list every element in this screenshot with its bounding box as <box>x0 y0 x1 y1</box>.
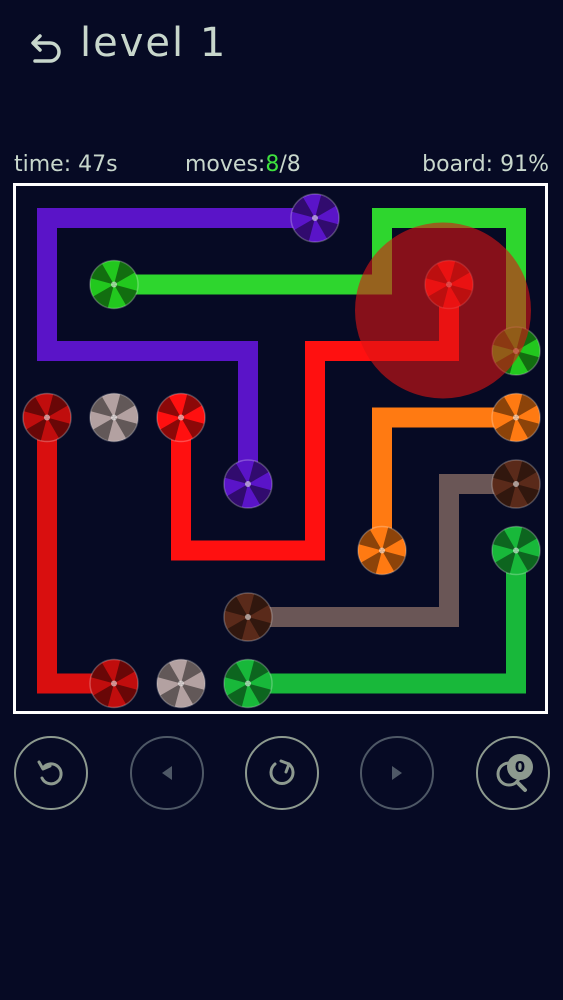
touch-indicator <box>355 222 531 399</box>
candy-endpoint[interactable] <box>357 525 407 576</box>
restart-icon <box>269 759 295 785</box>
game-board[interactable] <box>13 183 548 714</box>
moves-stat: moves:8/8 <box>185 152 301 177</box>
flow-pipe-darkred[interactable] <box>37 407 124 694</box>
board-value: 91% <box>500 152 549 177</box>
candy-endpoint[interactable] <box>491 392 541 443</box>
header: level 1 <box>0 0 563 100</box>
candy-endpoint[interactable] <box>89 259 139 310</box>
next-level-button[interactable] <box>360 736 434 810</box>
undo-button[interactable] <box>14 736 88 810</box>
board-label: board: <box>422 152 494 177</box>
hint-count-badge: 0 <box>507 754 533 780</box>
next-level-icon <box>392 766 402 780</box>
level-title: level 1 <box>80 20 228 66</box>
undo-arrow-icon[interactable] <box>24 30 64 70</box>
moves-current: 8 <box>265 152 280 177</box>
candy-endpoint[interactable] <box>491 459 541 509</box>
candy-endpoint[interactable] <box>491 525 541 576</box>
candy-endpoint[interactable] <box>223 658 273 709</box>
candy-endpoint[interactable] <box>89 658 139 709</box>
time-stat: time: 47s <box>14 152 118 177</box>
previous-level-icon <box>162 766 172 780</box>
candy-endpoint[interactable] <box>22 392 72 443</box>
hint-button[interactable]: 0 <box>476 736 550 810</box>
candy-endpoint[interactable] <box>223 459 273 509</box>
board-canvas[interactable] <box>13 183 548 714</box>
previous-level-button[interactable] <box>130 736 204 810</box>
time-value: 47s <box>78 152 118 177</box>
time-label: time: <box>14 152 72 177</box>
candy-endpoint[interactable] <box>290 193 340 243</box>
control-bar: 0 <box>0 736 563 818</box>
board-stat: board: 91% <box>422 152 549 177</box>
candy-endpoint[interactable] <box>89 392 139 443</box>
candy-endpoint[interactable] <box>223 592 273 642</box>
moves-label: moves: <box>185 152 266 177</box>
candy-endpoint[interactable] <box>156 658 206 709</box>
restart-button[interactable] <box>245 736 319 810</box>
candy-endpoint[interactable] <box>156 392 206 443</box>
undo-icon <box>37 760 63 786</box>
moves-total: /8 <box>279 152 301 177</box>
